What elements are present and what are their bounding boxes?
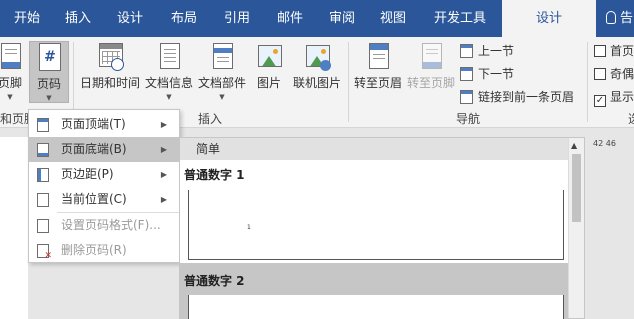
page-number-gallery: 简单 普通数字 1 1 普通数字 2 ▲ [179, 137, 585, 319]
calendar-clock-icon [96, 41, 124, 71]
ribbon-separator [348, 42, 349, 122]
gallery-item-plain-number-1[interactable]: 1 [188, 190, 564, 260]
picture-button[interactable]: 图片 [252, 41, 286, 103]
different-first-page-checkbox[interactable]: 首页 [594, 41, 634, 61]
goto-footer-icon [417, 41, 445, 71]
tab-review[interactable]: 审阅 [316, 0, 368, 37]
group-label-navigation: 导航 [456, 112, 481, 126]
chevron-down-icon: ▼ [46, 94, 52, 102]
tab-references[interactable]: 引用 [210, 0, 264, 37]
doc-info-button[interactable]: 文档信息 ▼ [144, 41, 194, 103]
page-number-icon: # [35, 42, 63, 72]
format-page-numbers-icon [37, 219, 49, 233]
current-position-icon [37, 193, 49, 207]
chevron-down-icon: ▼ [219, 93, 225, 101]
goto-header-button[interactable]: 转至页眉 [352, 41, 404, 103]
ruler-marker: 42 46 [593, 139, 616, 148]
checkmark-icon: ✓ [594, 95, 606, 107]
document-parts-icon [208, 41, 236, 71]
tab-home[interactable]: 开始 [0, 0, 54, 37]
goto-footer-button[interactable]: 转至页脚 [406, 41, 456, 103]
tell-me-box[interactable]: 告 [606, 0, 633, 37]
show-document-text-checkbox[interactable]: ✓ 显示 [594, 87, 634, 107]
tab-insert[interactable]: 插入 [54, 0, 102, 37]
scroll-up-icon[interactable]: ▲ [571, 141, 577, 150]
gallery-item-title: 普通数字 1 [184, 168, 245, 182]
group-label-options: 选 [628, 110, 634, 127]
page-margins-icon [37, 168, 49, 182]
online-picture-button[interactable]: 联机图片 [290, 41, 344, 103]
gallery-scrollbar[interactable]: ▲ [568, 138, 584, 318]
gallery-item-plain-number-2[interactable] [188, 295, 564, 319]
gallery-section-header: 简单 [180, 138, 569, 160]
tab-header-footer-design[interactable]: 设计 [502, 0, 596, 37]
next-section-icon [460, 67, 473, 81]
chevron-right-icon: ▶ [160, 120, 167, 129]
menu-item-format-page-numbers[interactable]: 设置页码格式(F)... [29, 213, 179, 238]
tab-developer[interactable]: 开发工具 [418, 0, 502, 37]
tab-layout[interactable]: 布局 [158, 0, 210, 37]
top-of-page-icon [37, 118, 49, 132]
footer-icon [0, 41, 24, 71]
link-to-previous-button[interactable]: 链接到前一条页眉 [460, 87, 574, 107]
lightbulb-icon [606, 11, 616, 24]
menu-item-current-position[interactable]: 当前位置(C) ▶ [29, 187, 179, 212]
ribbon-tab-bar: 开始 插入 设计 布局 引用 邮件 审阅 视图 开发工具 设计 告 [0, 0, 634, 37]
doc-parts-button[interactable]: 文档部件 ▼ [196, 41, 248, 103]
menu-item-top-of-page[interactable]: 页面顶端(T) ▶ [29, 112, 179, 137]
gallery-item-title: 普通数字 2 [184, 274, 245, 288]
chevron-down-icon: ▼ [166, 93, 172, 101]
goto-header-icon [364, 41, 392, 71]
picture-icon [255, 41, 283, 71]
chevron-right-icon: ▶ [160, 170, 167, 179]
preview-page-number: 1 [247, 224, 251, 231]
remove-page-numbers-icon [37, 244, 52, 261]
menu-item-bottom-of-page[interactable]: 页面底端(B) ▶ [29, 137, 179, 162]
previous-section-icon [460, 44, 473, 58]
menu-item-remove-page-numbers[interactable]: 删除页码(R) [29, 238, 179, 263]
previous-section-button[interactable]: 上一节 [460, 41, 514, 61]
odd-even-pages-checkbox[interactable]: 奇偶 [594, 64, 634, 84]
document-page[interactable] [0, 137, 28, 319]
tab-design[interactable]: 设计 [102, 0, 158, 37]
tab-view[interactable]: 视图 [368, 0, 418, 37]
date-time-button[interactable]: 日期和时间 [78, 41, 142, 103]
bottom-of-page-icon [37, 143, 49, 157]
online-picture-icon [303, 41, 331, 71]
page-number-menu: 页面顶端(T) ▶ 页面底端(B) ▶ 页边距(P) ▶ 当前位置(C) ▶ 设… [28, 109, 180, 263]
menu-item-page-margins[interactable]: 页边距(P) ▶ [29, 162, 179, 187]
tab-mailings[interactable]: 邮件 [264, 0, 316, 37]
footer-button[interactable]: 页脚 ▼ [0, 41, 26, 103]
page-number-button[interactable]: # 页码 ▼ [29, 41, 69, 103]
scrollbar-thumb[interactable] [572, 154, 581, 222]
link-icon [460, 90, 473, 104]
ribbon-separator [587, 42, 588, 122]
chevron-right-icon: ▶ [160, 145, 167, 154]
chevron-right-icon: ▶ [160, 195, 167, 204]
group-label-insert: 插入 [198, 112, 223, 126]
next-section-button[interactable]: 下一节 [460, 64, 514, 84]
chevron-down-icon: ▼ [7, 93, 13, 101]
document-info-icon [155, 41, 183, 71]
